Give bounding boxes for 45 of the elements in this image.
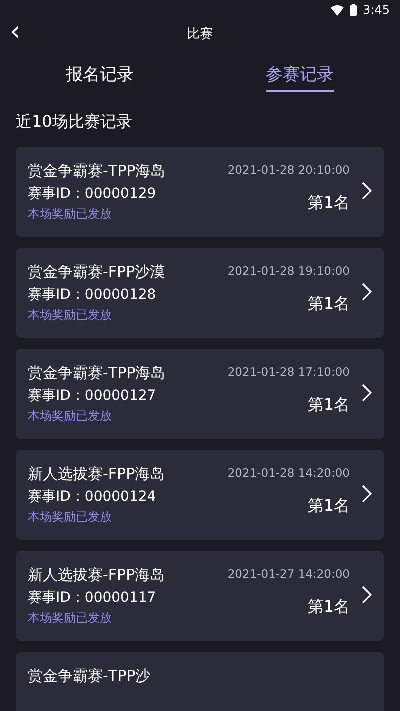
- match-title: 赏金争霸赛-TPP海岛: [28, 364, 167, 382]
- match-id: 赛事ID：00000129: [28, 185, 158, 203]
- chevron-right-icon: [362, 485, 372, 503]
- match-card[interactable]: 新人选拔赛-FPP海岛 2021-01-28 14:20:00 赛事ID：00000124 第1名 本场奖励已发放: [16, 450, 384, 540]
- match-id: 赛事ID：00000117: [28, 589, 158, 607]
- match-time: 2021-01-28 14:20:00: [228, 465, 350, 480]
- match-card[interactable]: 新人选拔赛-FPP海岛 2021-01-27 14:20:00 赛事ID：00000117 第1名 本场奖励已发放: [16, 551, 384, 641]
- reward-status: 本场奖励已发放: [28, 610, 113, 626]
- section-title: 近10场比赛记录: [16, 112, 132, 131]
- match-card[interactable]: 赏金争霸赛-FPP沙漠 2021-01-28 19:10:00 赛事ID：00000128 第1名 本场奖励已发放: [16, 248, 384, 338]
- back-button[interactable]: ‹: [6, 20, 24, 44]
- match-title: 赏金争霸赛-TPP海岛: [28, 162, 167, 180]
- page-title: 比赛: [187, 26, 213, 43]
- match-time: 2021-01-28 20:10:00: [228, 162, 350, 177]
- match-title: 新人选拔赛-FPP海岛: [28, 464, 166, 484]
- match-title: 赏金争霸赛-TPP沙: [28, 666, 152, 686]
- match-rank: 第1名: [308, 294, 350, 314]
- match-time: 2021-01-27 14:20:00: [228, 566, 350, 581]
- chevron-right-icon: [362, 283, 372, 301]
- battery-icon: [350, 4, 358, 16]
- match-title: 赏金争霸赛-FPP沙漠: [28, 262, 166, 282]
- match-id: 赛事ID：00000124: [28, 488, 158, 506]
- reward-status: 本场奖励已发放: [28, 206, 113, 222]
- match-id: 赛事ID：00000127: [28, 387, 158, 405]
- match-time: 2021-01-28 17:10:00: [228, 364, 350, 379]
- match-id: 赛事ID：00000128: [28, 286, 158, 304]
- status-time: 3:45: [363, 3, 390, 17]
- match-time: 2021-01-28 19:10:00: [228, 263, 350, 278]
- reward-status: 本场奖励已发放: [28, 408, 113, 424]
- match-rank: 第1名: [308, 496, 350, 516]
- chevron-right-icon: [362, 182, 372, 200]
- match-rank: 第1名: [308, 192, 350, 214]
- match-card[interactable]: 赏金争霸赛-TPP沙: [16, 652, 384, 711]
- reward-status: 本场奖励已发放: [28, 508, 113, 526]
- reward-status: 本场奖励已发放: [28, 306, 113, 324]
- match-card[interactable]: 赏金争霸赛-TPP海岛 2021-01-28 17:10:00 赛事ID：00000127 第1名 本场奖励已发放: [16, 349, 384, 439]
- wifi-icon: [331, 4, 344, 16]
- match-card[interactable]: 赏金争霸赛-TPP海岛 2021-01-28 20:10:00 赛事ID：00000129 第1名 本场奖励已发放: [16, 147, 384, 237]
- match-title: 新人选拔赛-FPP海岛: [28, 566, 166, 584]
- match-rank: 第1名: [308, 394, 350, 416]
- record-tab[interactable]: 参赛记录: [266, 56, 334, 92]
- match-rank: 第1名: [308, 596, 350, 618]
- chevron-right-icon: [362, 384, 372, 402]
- record-tab[interactable]: 报名记录: [66, 56, 134, 92]
- chevron-right-icon: [362, 586, 372, 604]
